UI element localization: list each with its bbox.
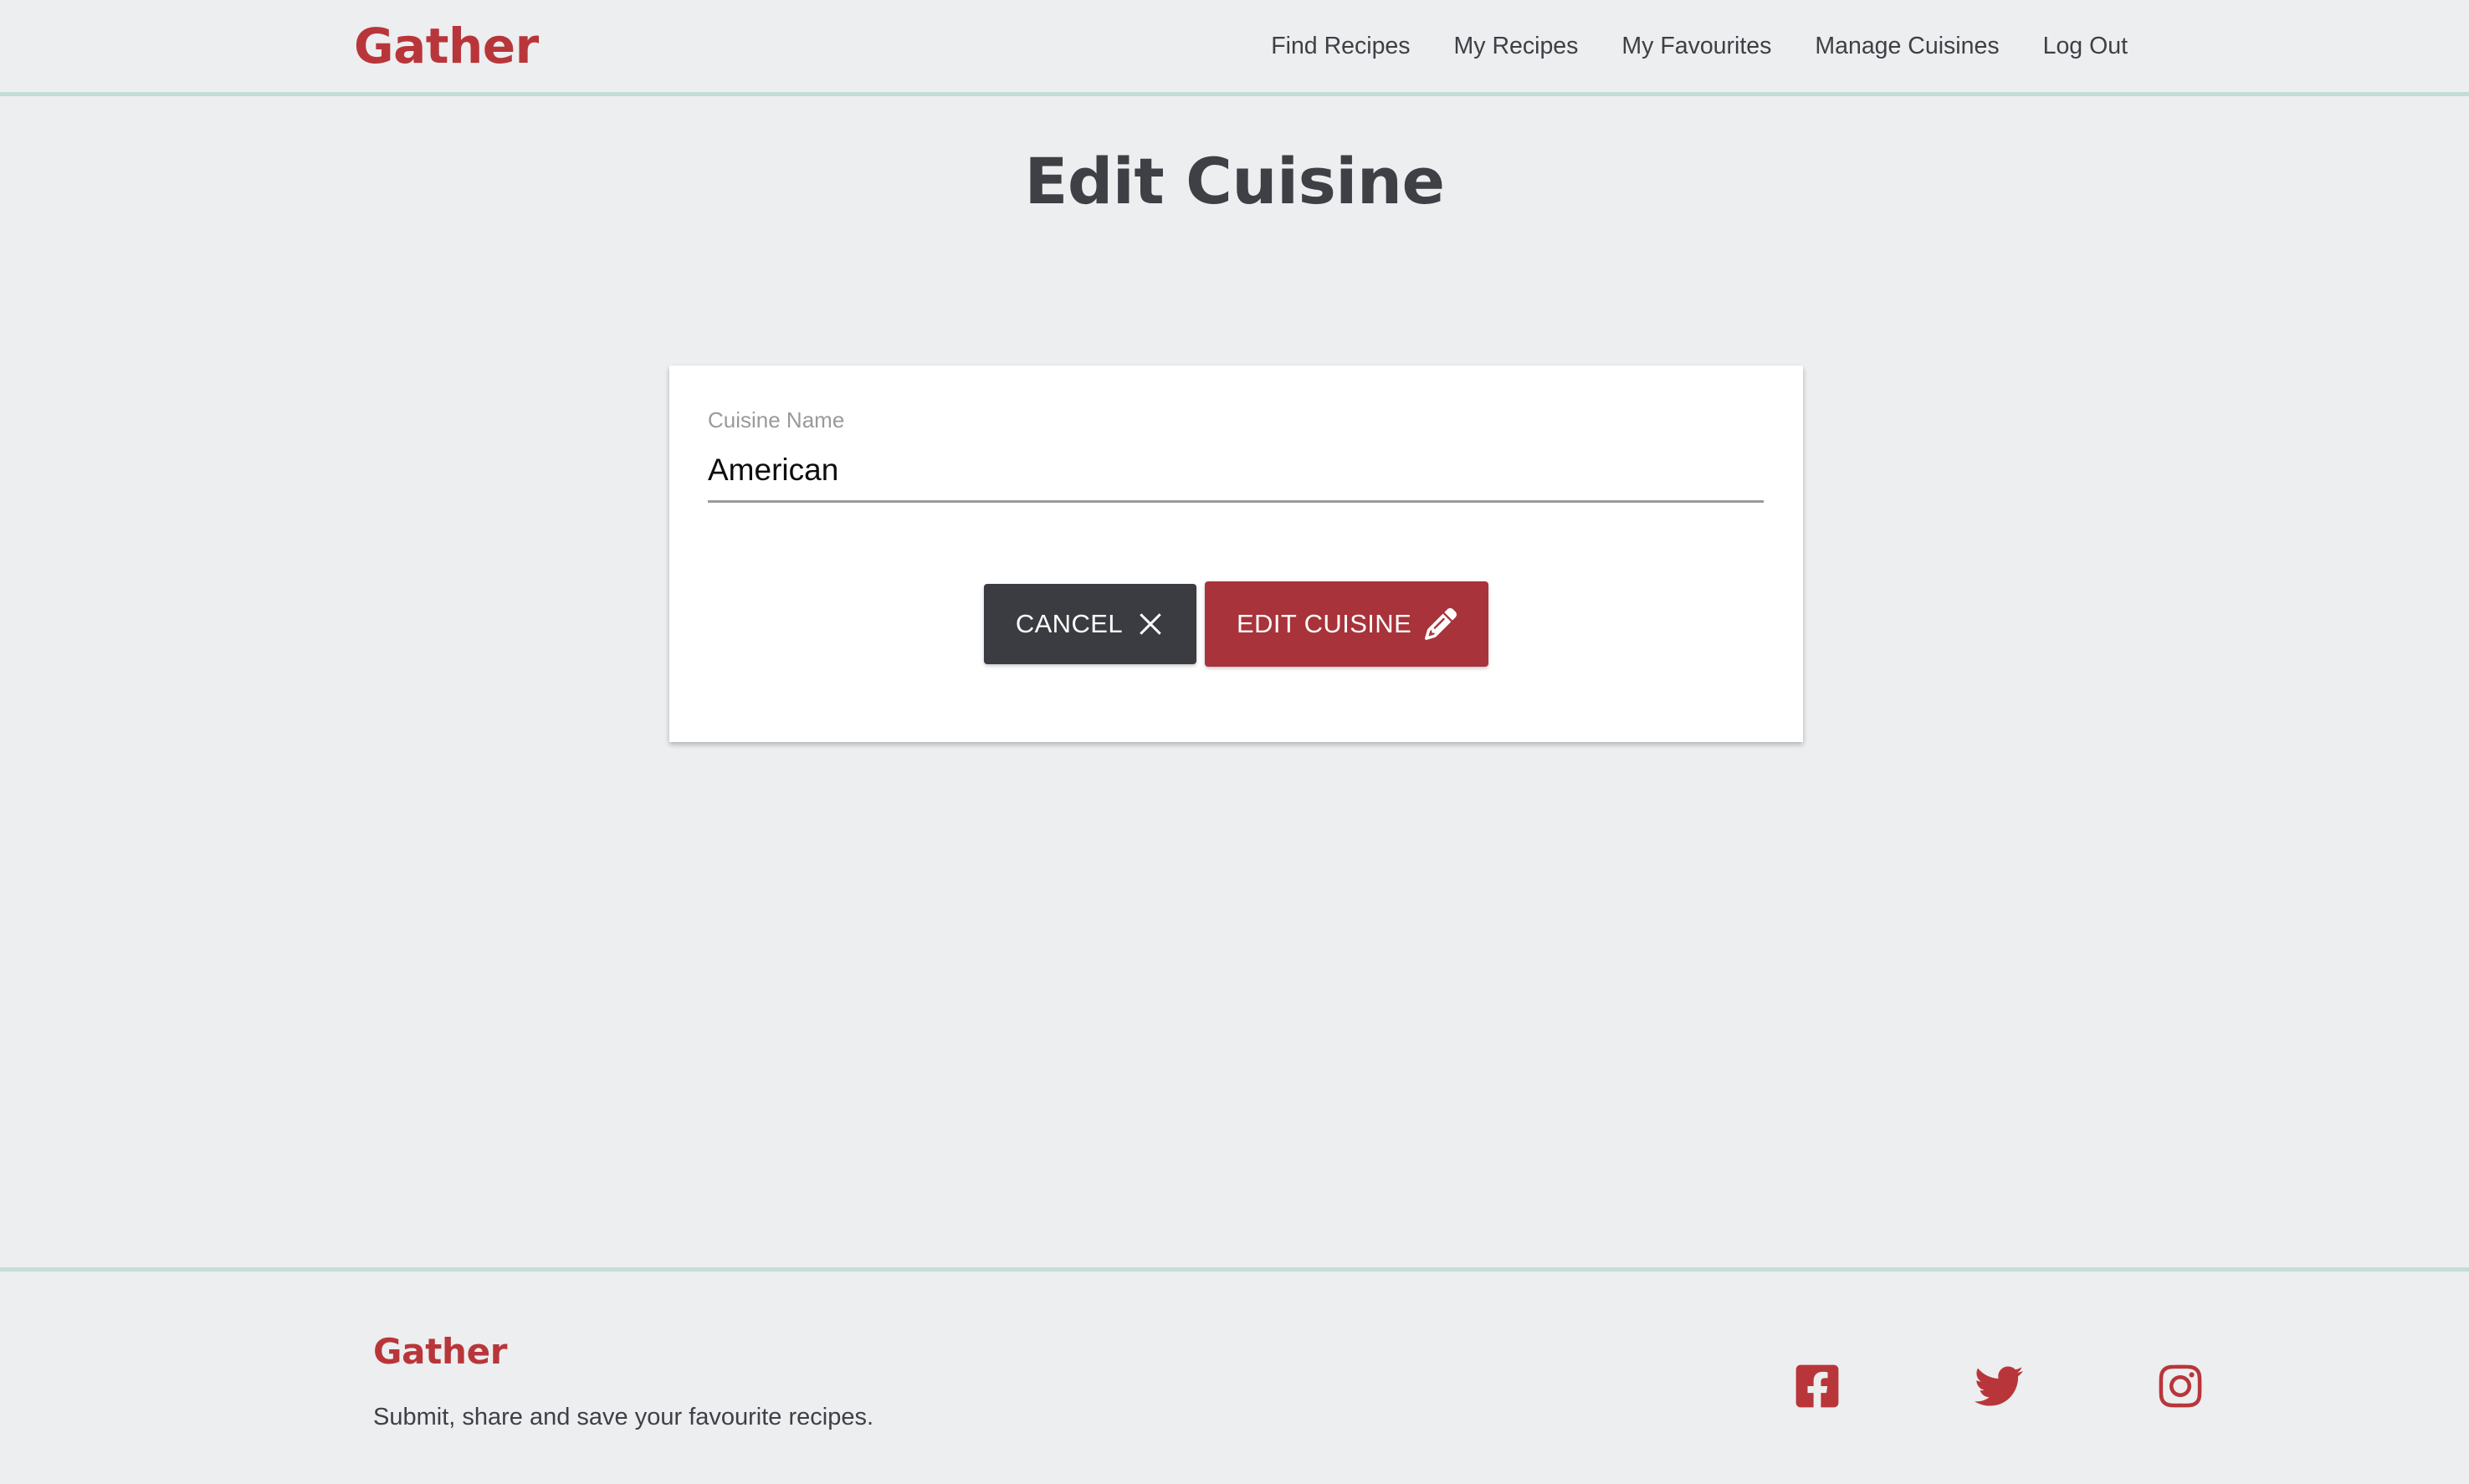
site-logo[interactable]: Gather xyxy=(354,22,539,70)
edit-cuisine-button[interactable]: EDIT CUISINE xyxy=(1204,581,1489,667)
main-content: Edit Cuisine Cuisine Name CANCEL EDIT CU… xyxy=(0,96,2469,1267)
edit-cuisine-button-label: EDIT CUISINE xyxy=(1236,609,1412,638)
cancel-button[interactable]: CANCEL xyxy=(983,584,1196,664)
cuisine-name-field-group: Cuisine Name xyxy=(708,409,1764,503)
edit-cuisine-form: Cuisine Name CANCEL EDIT CUISINE xyxy=(669,366,1803,742)
cuisine-name-label: Cuisine Name xyxy=(708,407,845,432)
twitter-icon[interactable] xyxy=(1972,1362,2026,1410)
nav-my-favourites[interactable]: My Favourites xyxy=(1600,34,1793,59)
footer-tagline: Submit, share and save your favourite re… xyxy=(373,1404,874,1430)
cuisine-name-input[interactable] xyxy=(708,453,1764,503)
social-links xyxy=(1793,1362,2205,1410)
cancel-button-label: CANCEL xyxy=(1015,609,1123,638)
nav-log-out[interactable]: Log Out xyxy=(2021,34,2128,59)
main-navigation: Find Recipes My Recipes My Favourites Ma… xyxy=(1249,34,2128,59)
close-x-icon xyxy=(1136,610,1165,638)
nav-manage-cuisines[interactable]: Manage Cuisines xyxy=(1793,34,2021,59)
site-header: Gather Find Recipes My Recipes My Favour… xyxy=(0,0,2469,96)
nav-find-recipes[interactable]: Find Recipes xyxy=(1249,34,1432,59)
form-actions: CANCEL EDIT CUISINE xyxy=(669,581,1803,667)
facebook-icon[interactable] xyxy=(1793,1362,1842,1410)
pen-to-square-icon xyxy=(1425,608,1457,640)
instagram-icon[interactable] xyxy=(2156,1362,2205,1410)
page-title: Edit Cuisine xyxy=(1024,144,1445,218)
footer-logo: Gather xyxy=(373,1331,508,1372)
site-footer: Gather Submit, share and save your favou… xyxy=(0,1267,2469,1484)
nav-my-recipes[interactable]: My Recipes xyxy=(1432,34,1601,59)
